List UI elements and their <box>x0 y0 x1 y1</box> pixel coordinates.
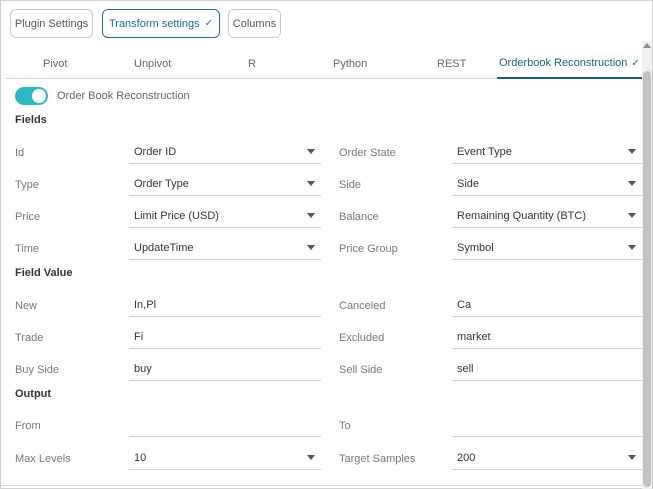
canceled-input-value: Ca <box>457 298 472 311</box>
toggle-label: Order Book Reconstruction <box>57 90 190 102</box>
new-label: New <box>15 300 38 312</box>
dropdown-caret-icon <box>628 181 636 186</box>
to-input[interactable] <box>452 413 642 437</box>
tab-python[interactable]: Python <box>333 49 367 79</box>
trade-label: Trade <box>15 332 44 344</box>
from-label: From <box>15 420 41 432</box>
check-icon: ✓ <box>631 57 640 69</box>
target-samples-label: Target Samples <box>339 453 416 465</box>
tab-unpivot-label: Unpivot <box>134 58 172 70</box>
price-label: Price <box>15 211 41 223</box>
transform-settings-panel: Plugin Settings Transform settings ✓ Col… <box>0 0 653 489</box>
toggle-knob <box>32 89 46 103</box>
tab-r-label: R <box>248 58 256 70</box>
sell-side-label: Sell Side <box>339 364 383 376</box>
type-select-value: Order Type <box>134 177 189 190</box>
dropdown-caret-icon <box>307 213 315 218</box>
canceled-input[interactable]: Ca <box>452 293 642 317</box>
order-state-label: Order State <box>339 147 396 159</box>
tab-unpivot[interactable]: Unpivot <box>134 49 171 79</box>
scroll-up-arrow-icon[interactable] <box>643 43 651 48</box>
price-group-select-value: Symbol <box>457 241 494 254</box>
sell-side-input-value: sell <box>457 362 474 375</box>
trade-input-value: Fi <box>134 330 144 343</box>
dropdown-caret-icon <box>628 245 636 250</box>
tab-orderbook-reconstruction[interactable]: Orderbook Reconstruction ✓ <box>497 49 642 79</box>
transform-settings-label: Transform settings <box>108 17 200 30</box>
tab-rest-label: REST <box>437 58 467 70</box>
buy-side-input-value: buy <box>134 362 152 375</box>
columns-button[interactable]: Columns <box>228 9 281 38</box>
excluded-input-value: market <box>457 330 491 343</box>
dropdown-caret-icon <box>628 455 636 460</box>
scrollbar-thumb[interactable] <box>643 71 651 487</box>
from-input[interactable] <box>129 413 321 437</box>
target-samples-select[interactable]: 200 <box>452 446 642 470</box>
target-samples-select-value: 200 <box>457 451 476 464</box>
balance-select-value: Remaining Quantity (BTC) <box>457 209 586 222</box>
balance-select[interactable]: Remaining Quantity (BTC) <box>452 204 642 228</box>
to-label: To <box>339 420 351 432</box>
plugin-settings-button[interactable]: Plugin Settings <box>10 9 93 38</box>
tab-pivot-label: Pivot <box>43 58 68 70</box>
order-book-reconstruction-toggle[interactable] <box>15 87 48 105</box>
new-input-value: In,Pl <box>134 298 157 311</box>
bottom-divider <box>1 485 642 486</box>
price-group-label: Price Group <box>339 243 398 255</box>
type-label: Type <box>15 179 39 191</box>
buy-side-input[interactable]: buy <box>129 357 321 381</box>
fields-section-title: Fields <box>15 114 47 126</box>
field-value-section-title: Field Value <box>15 267 73 279</box>
dropdown-caret-icon <box>307 455 315 460</box>
id-select[interactable]: Order ID <box>129 140 321 164</box>
transform-tabs: Pivot Unpivot R Python REST Orderbook Re… <box>6 49 643 79</box>
side-select[interactable]: Side <box>452 172 642 196</box>
max-levels-label: Max Levels <box>15 453 71 465</box>
side-label: Side <box>339 179 362 191</box>
max-levels-select-value: 10 <box>134 451 147 464</box>
price-group-select[interactable]: Symbol <box>452 236 642 260</box>
time-label: Time <box>15 243 40 255</box>
tab-orderbook-label: Orderbook Reconstruction <box>499 57 628 69</box>
columns-label: Columns <box>232 17 277 30</box>
balance-label: Balance <box>339 211 379 223</box>
price-select[interactable]: Limit Price (USD) <box>129 204 321 228</box>
tab-r[interactable]: R <box>248 49 256 79</box>
price-select-value: Limit Price (USD) <box>134 209 219 222</box>
time-select-value: UpdateTime <box>134 241 194 254</box>
tab-python-label: Python <box>333 58 368 70</box>
sell-side-input[interactable]: sell <box>452 357 642 381</box>
excluded-label: Excluded <box>339 332 385 344</box>
tab-rest[interactable]: REST <box>437 49 466 79</box>
order-state-select[interactable]: Event Type <box>452 140 642 164</box>
transform-settings-button[interactable]: Transform settings ✓ <box>102 9 220 38</box>
time-select[interactable]: UpdateTime <box>129 236 321 260</box>
dropdown-caret-icon <box>307 245 315 250</box>
output-section-title: Output <box>15 388 52 400</box>
plugin-settings-label: Plugin Settings <box>14 17 89 30</box>
id-label: Id <box>15 147 25 159</box>
dropdown-caret-icon <box>628 213 636 218</box>
excluded-input[interactable]: market <box>452 325 642 349</box>
dropdown-caret-icon <box>628 149 636 154</box>
buy-side-label: Buy Side <box>15 364 60 376</box>
dropdown-caret-icon <box>307 181 315 186</box>
check-icon: ✓ <box>204 18 214 29</box>
order-state-select-value: Event Type <box>457 145 512 158</box>
tab-pivot[interactable]: Pivot <box>43 49 67 79</box>
id-select-value: Order ID <box>134 145 177 158</box>
max-levels-select[interactable]: 10 <box>129 446 321 470</box>
canceled-label: Canceled <box>339 300 386 312</box>
trade-input[interactable]: Fi <box>129 325 321 349</box>
dropdown-caret-icon <box>307 149 315 154</box>
side-select-value: Side <box>457 177 480 190</box>
new-input[interactable]: In,Pl <box>129 293 321 317</box>
type-select[interactable]: Order Type <box>129 172 321 196</box>
